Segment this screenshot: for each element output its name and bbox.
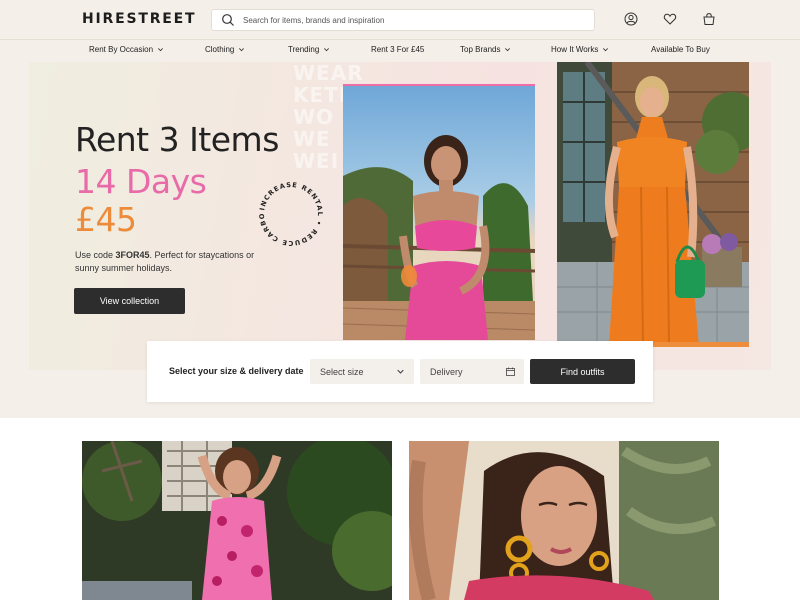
search-bar[interactable] bbox=[211, 9, 595, 31]
nav-top-brands[interactable]: Top Brands bbox=[460, 45, 511, 54]
nav-label: Top Brands bbox=[460, 45, 501, 54]
model-photo-pink-dress bbox=[343, 86, 535, 340]
nav-label: Clothing bbox=[205, 45, 235, 54]
site-logo[interactable]: HIRESTREET bbox=[82, 11, 196, 27]
hero-banner: WEAR KETI WO WE WEI Rent 3 Items 14 Days… bbox=[29, 62, 771, 370]
chevron-down-icon bbox=[397, 369, 404, 374]
nav-label: How It Works bbox=[551, 45, 599, 54]
nav-rent-3-for-45[interactable]: Rent 3 For £45 bbox=[371, 45, 424, 54]
search-icon bbox=[222, 14, 234, 26]
delivery-placeholder: Delivery bbox=[430, 366, 463, 377]
nav-how-it-works[interactable]: How It Works bbox=[551, 45, 609, 54]
nav-rent-by-occasion[interactable]: Rent By Occasion bbox=[89, 45, 164, 54]
hero-headline-line3: £45 bbox=[75, 200, 137, 239]
nav-trending[interactable]: Trending bbox=[288, 45, 330, 54]
view-collection-button[interactable]: View collection bbox=[74, 288, 185, 314]
featured-photo-floral-dress[interactable] bbox=[82, 441, 392, 600]
search-input[interactable] bbox=[243, 15, 583, 25]
account-icon[interactable] bbox=[624, 12, 638, 26]
select-size-placeholder: Select size bbox=[320, 366, 364, 377]
hero-headline-line1: Rent 3 Items bbox=[75, 120, 279, 159]
chevron-down-icon bbox=[603, 48, 609, 52]
hero-promo-text: Use code 3FOR45. Perfect for staycations… bbox=[75, 249, 275, 275]
featured-section bbox=[0, 418, 800, 600]
main-nav: Rent By Occasion Clothing Trending Rent … bbox=[0, 40, 800, 62]
delivery-date-picker[interactable]: Delivery bbox=[420, 359, 524, 384]
nav-label: Available To Buy bbox=[651, 45, 710, 54]
bag-icon[interactable] bbox=[702, 12, 716, 26]
svg-text:INCREASE RENTAL • REDUCE CARBO: INCREASE RENTAL • REDUCE CARBON • bbox=[254, 177, 324, 247]
model-photo-orange-dress bbox=[557, 62, 749, 346]
find-outfits-button[interactable]: Find outfits bbox=[530, 359, 635, 384]
nav-label: Rent By Occasion bbox=[89, 45, 154, 54]
badge-text: INCREASE RENTAL • REDUCE CARBON • bbox=[254, 177, 323, 247]
chevron-down-icon bbox=[239, 48, 245, 52]
outfit-finder: Select your size & delivery date Select … bbox=[147, 341, 653, 402]
increase-rental-badge: INCREASE RENTAL • REDUCE CARBON • bbox=[254, 177, 324, 247]
heart-icon[interactable] bbox=[663, 12, 677, 26]
nav-label: Rent 3 For £45 bbox=[371, 45, 425, 54]
nav-available-to-buy[interactable]: Available To Buy bbox=[651, 45, 710, 54]
chevron-down-icon bbox=[324, 48, 330, 52]
hero-headline-line2: 14 Days bbox=[75, 162, 207, 201]
finder-label: Select your size & delivery date bbox=[169, 366, 304, 376]
promo-code: 3FOR45 bbox=[115, 250, 150, 260]
site-header: HIRESTREET bbox=[0, 0, 800, 40]
select-size-dropdown[interactable]: Select size bbox=[310, 359, 414, 384]
promo-prefix: Use code bbox=[75, 250, 116, 260]
nav-label: Trending bbox=[288, 45, 320, 54]
chevron-down-icon bbox=[158, 48, 164, 52]
calendar-icon bbox=[506, 367, 515, 376]
nav-clothing[interactable]: Clothing bbox=[205, 45, 245, 54]
featured-photo-earrings[interactable] bbox=[409, 441, 719, 600]
chevron-down-icon bbox=[505, 48, 511, 52]
